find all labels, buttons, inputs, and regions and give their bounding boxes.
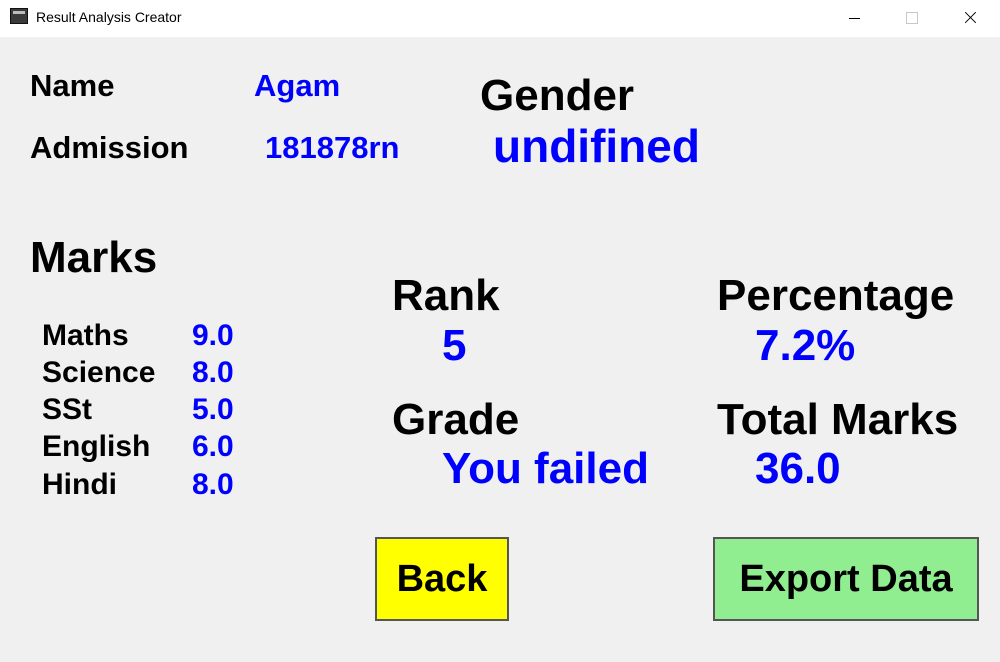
rank-value: 5 <box>442 321 467 370</box>
percentage-value: 7.2% <box>755 321 856 370</box>
percentage-label: Percentage <box>717 271 955 320</box>
rank-label: Rank <box>392 271 500 320</box>
subject-name: SSt <box>42 393 93 426</box>
subject-score: 8.0 <box>192 356 234 389</box>
app-icon <box>10 8 28 24</box>
back-button[interactable]: Back <box>375 537 509 621</box>
subject-name: Maths <box>42 319 129 352</box>
admission-label: Admission <box>30 130 189 165</box>
export-data-button[interactable]: Export Data <box>713 537 979 621</box>
maximize-button[interactable] <box>884 0 942 37</box>
subject-name: English <box>42 430 151 463</box>
subject-score: 8.0 <box>192 468 234 501</box>
gender-value: undifined <box>493 120 700 172</box>
name-label: Name <box>30 68 115 103</box>
gender-label: Gender <box>480 71 635 120</box>
total-marks-label: Total Marks <box>717 395 959 444</box>
admission-value: 181878rn <box>265 130 400 165</box>
subject-score: 6.0 <box>192 430 234 463</box>
total-marks-value: 36.0 <box>755 444 841 493</box>
grade-value: You failed <box>442 444 649 493</box>
subject-name: Science <box>42 356 156 389</box>
title-bar: Result Analysis Creator <box>0 0 1000 37</box>
name-value: Agam <box>254 68 341 103</box>
subject-name: Hindi <box>42 468 117 501</box>
window-title: Result Analysis Creator <box>36 9 182 25</box>
minimize-button[interactable] <box>826 0 884 37</box>
grade-label: Grade <box>392 395 520 444</box>
marks-heading: Marks <box>30 233 158 282</box>
subject-score: 5.0 <box>192 393 234 426</box>
subject-score: 9.0 <box>192 319 234 352</box>
close-button[interactable] <box>942 0 1000 37</box>
